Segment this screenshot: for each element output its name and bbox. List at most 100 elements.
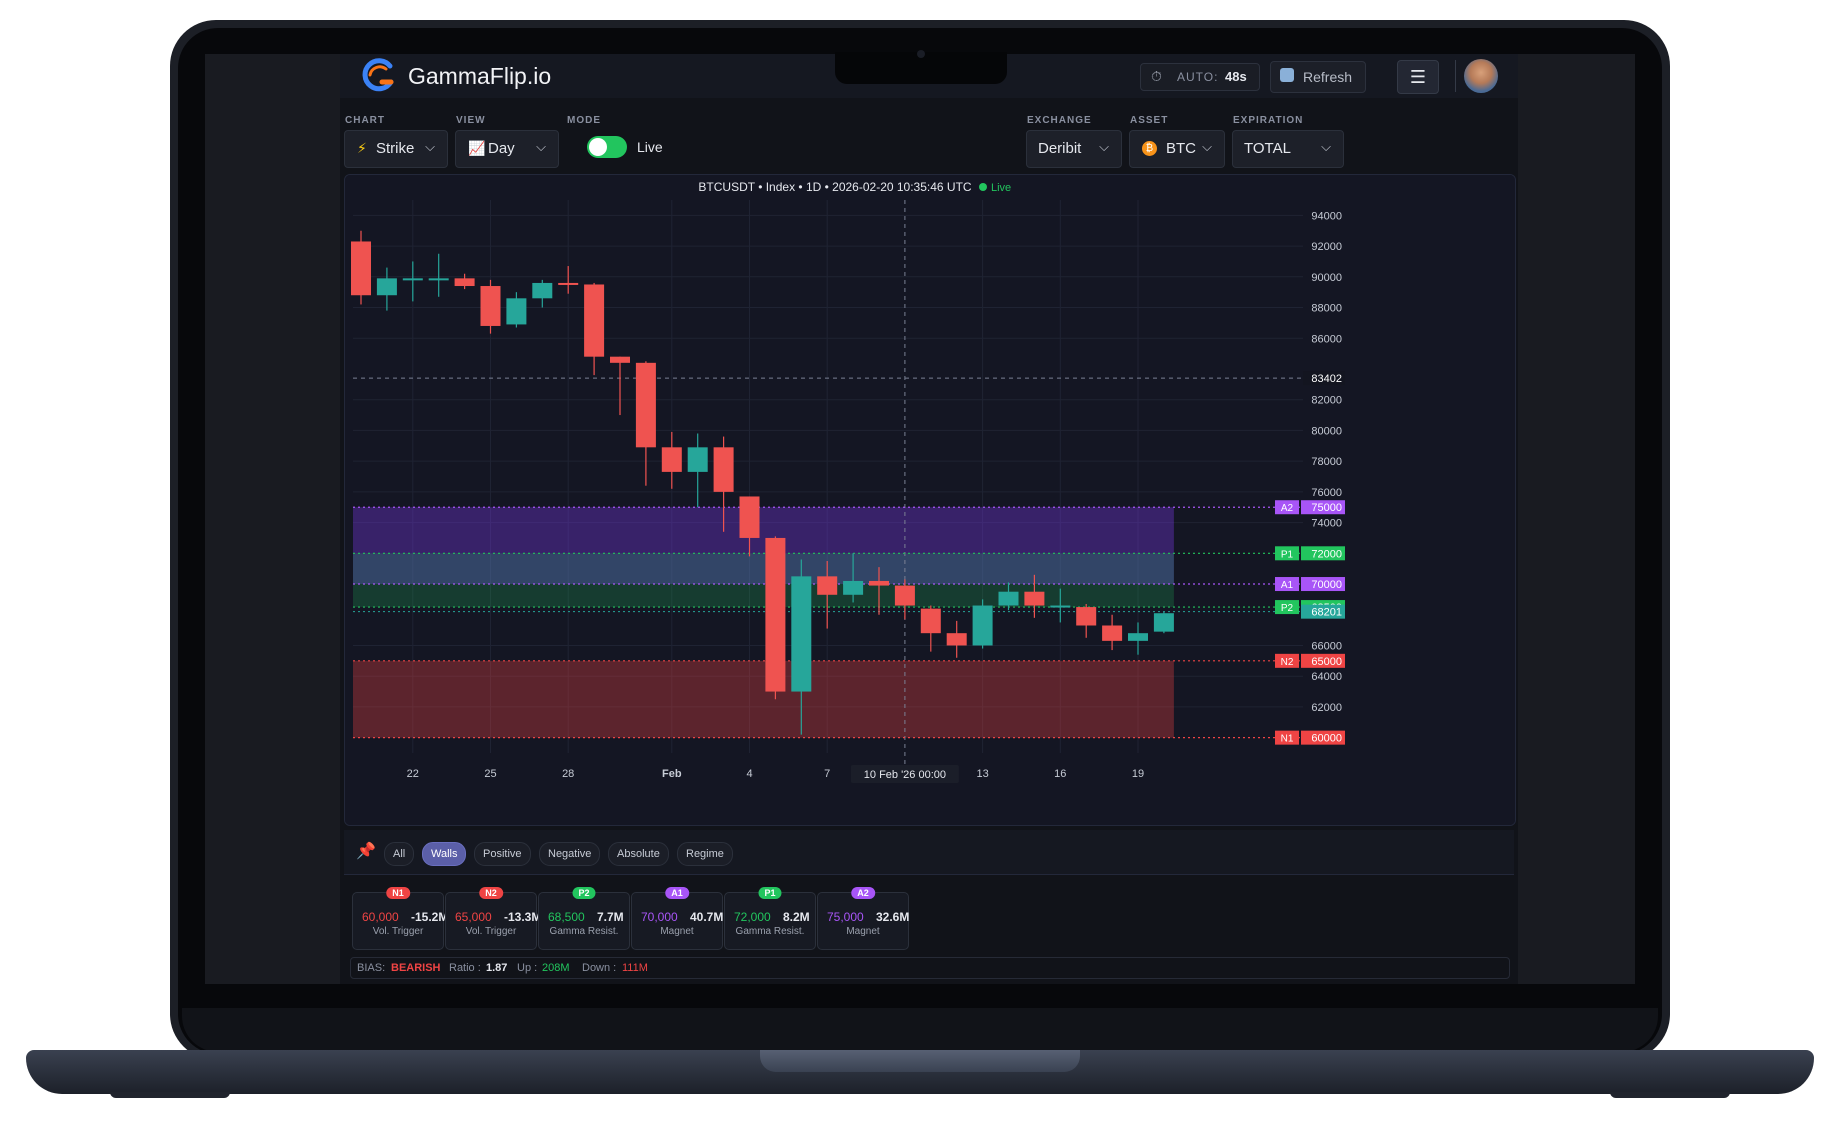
level-card-n1[interactable]: N1 60,000 -15.2M Vol. Trigger: [352, 887, 448, 950]
hamburger-icon[interactable]: ☰: [1397, 60, 1439, 94]
level-price: 75,000: [827, 910, 864, 924]
level-card-p1[interactable]: P1 72,000 8.2M Gamma Resist.: [724, 887, 816, 950]
candle-body: [1128, 633, 1148, 641]
candle: [480, 279, 501, 334]
bitcoin-icon: ₿: [1142, 141, 1157, 156]
mode-value: Live: [637, 139, 663, 155]
bias-label: BIAS:: [357, 962, 386, 974]
candle-body: [843, 580, 864, 595]
crosshair-y-label: 83402: [1311, 373, 1342, 385]
avatar[interactable]: [1464, 59, 1498, 93]
asset-select[interactable]: ₿ BTC ⌵: [1129, 130, 1225, 168]
x-tick-label: 22: [407, 768, 419, 780]
y-tick-label: 90000: [1311, 272, 1342, 284]
auto-label: AUTO:: [1177, 70, 1219, 84]
expiration-select[interactable]: TOTAL ⌵: [1232, 130, 1344, 168]
candle-body: [739, 496, 760, 538]
level-price: 65,000: [455, 910, 492, 924]
x-tick-label: 19: [1132, 768, 1144, 780]
level-price: 70,000: [641, 910, 678, 924]
timer-icon: ⏱: [1151, 68, 1162, 84]
exchange-value: Deribit: [1038, 140, 1082, 157]
level-gex: 7.7M: [597, 910, 624, 924]
chevron-down-icon: ⌵: [1321, 139, 1331, 154]
candle-body: [584, 284, 605, 357]
level-badge: P2: [572, 887, 596, 899]
chart-select-label: CHART: [345, 115, 385, 126]
candle-body: [454, 278, 475, 287]
expiration-label: EXPIRATION: [1233, 115, 1304, 126]
y-tick-label: 80000: [1311, 425, 1342, 437]
pin-icon[interactable]: 📌: [356, 841, 376, 861]
level-gex: 40.7M: [690, 910, 724, 924]
level-badge: N2: [479, 887, 503, 899]
view-select-label: VIEW: [456, 115, 486, 126]
chart-select-value: Strike: [376, 140, 415, 157]
level-tag-text: N1: [1281, 734, 1294, 745]
expiration-value: TOTAL: [1244, 140, 1291, 157]
y-tick-label: 94000: [1311, 210, 1342, 222]
filter-walls[interactable]: Walls: [422, 842, 467, 866]
auto-value: 48s: [1225, 69, 1247, 84]
laptop-foot: [1610, 1092, 1730, 1098]
level-gex: -13.3M: [504, 910, 542, 924]
chart-up-icon: 📈: [468, 140, 486, 156]
candle-body: [428, 278, 449, 281]
level-card-p2[interactable]: P2 68,500 7.7M Gamma Resist.: [538, 887, 630, 950]
candle-body: [532, 282, 553, 299]
filter-negative[interactable]: Negative: [539, 842, 601, 866]
candle-body: [506, 298, 527, 325]
level-card-n2[interactable]: N2 65,000 -13.3M Vol. Trigger: [445, 887, 541, 950]
price-chart-panel[interactable]: 94000 92000 90000 88000 86000 82000 80000 78000…: [344, 174, 1516, 826]
filter-absolute[interactable]: Absolute: [608, 842, 669, 866]
asset-label: ASSET: [1130, 115, 1169, 126]
candle-body: [972, 605, 993, 646]
candle-body: [1076, 607, 1097, 626]
filter-positive[interactable]: Positive: [474, 842, 531, 866]
level-card-a1[interactable]: A1 70,000 40.7M Magnet: [631, 887, 724, 950]
level-price: 60,000: [362, 910, 399, 924]
down-label: Down :: [582, 962, 617, 974]
level-card-a2[interactable]: A2 75,000 32.6M Magnet: [817, 887, 909, 950]
bolt-icon: ⚡: [357, 140, 367, 156]
auto-refresh-timer[interactable]: ⏱ AUTO: 48s: [1140, 63, 1260, 91]
level-price: 72,000: [734, 910, 771, 924]
x-tick-label: Feb: [662, 768, 682, 780]
down-value: 111M: [622, 962, 648, 974]
candlestick-chart[interactable]: 94000 92000 90000 88000 86000 82000 80000 78000…: [345, 175, 1515, 825]
x-tick-label: 4: [746, 768, 752, 780]
exchange-select[interactable]: Deribit ⌵: [1026, 130, 1122, 168]
candle-body: [894, 585, 915, 606]
candle-body: [351, 241, 371, 296]
candle-body: [1102, 625, 1123, 641]
crosshair-x-label: 10 Feb '26 00:00: [864, 769, 946, 781]
app: GammaFlip.io ⏱ AUTO: 48s Refresh ☰ CHART…: [340, 54, 1518, 984]
level-type: Vol. Trigger: [465, 926, 517, 937]
candle-body: [480, 286, 501, 326]
view-select[interactable]: 📈 Day ⌵: [455, 130, 559, 168]
level-tag-text: P1: [1281, 549, 1294, 560]
x-tick-label: 13: [976, 768, 988, 780]
y-tick-label: 78000: [1311, 456, 1342, 468]
view-select-value: Day: [488, 140, 515, 157]
chevron-down-icon: ⌵: [536, 139, 546, 154]
camera-icon: [917, 50, 925, 58]
candle-body: [765, 537, 786, 692]
laptop-foot: [110, 1092, 230, 1098]
candle-body: [1050, 605, 1071, 608]
filter-regime[interactable]: Regime: [677, 842, 733, 866]
level-badge: N1: [386, 887, 410, 899]
chart-select[interactable]: ⚡ Strike ⌵: [344, 130, 448, 168]
current-price-label: 68201: [1311, 607, 1342, 619]
laptop-hinge: [760, 1050, 1080, 1072]
level-price: 68,500: [548, 910, 585, 924]
level-type: Magnet: [846, 926, 880, 937]
level-badge: A1: [665, 887, 689, 899]
level-tag-text: A1: [1281, 580, 1294, 591]
refresh-button[interactable]: Refresh: [1270, 61, 1366, 93]
filter-all[interactable]: All: [384, 842, 415, 866]
level-gex: -15.2M: [411, 910, 449, 924]
level-price-label: 60000: [1311, 733, 1342, 745]
toggle-knob: [589, 138, 607, 156]
live-mode-toggle[interactable]: [587, 136, 627, 158]
